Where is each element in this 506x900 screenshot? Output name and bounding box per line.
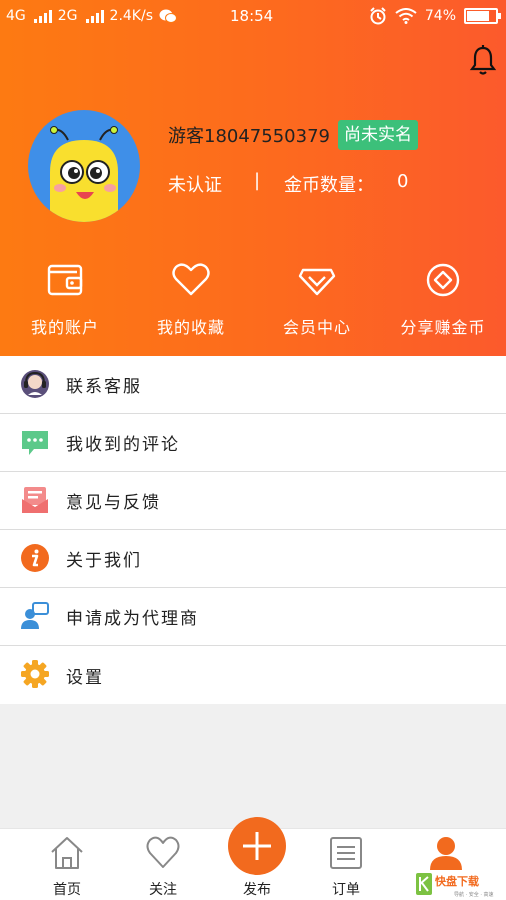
menu-item-become-agent[interactable]: 申请成为代理商: [0, 588, 506, 646]
bee-mascot-icon: [50, 126, 118, 222]
quick-action-label: 我的收藏: [156, 318, 225, 337]
quick-action-member-center[interactable]: 会员中心: [254, 262, 380, 338]
tab-follow[interactable]: 关注: [133, 835, 193, 899]
order-list-icon: [330, 837, 362, 869]
quick-action-label: 我的账户: [30, 318, 99, 337]
menu-item-label: 设置: [66, 667, 104, 688]
menu-item-settings[interactable]: 设置: [0, 646, 506, 704]
tab-label: 订单: [332, 882, 360, 898]
home-icon: [51, 837, 83, 869]
network-type-2: 2G: [57, 8, 78, 24]
network-speed: 2.4K/s: [109, 8, 153, 24]
quick-action-favorites[interactable]: 我的收藏: [128, 262, 254, 338]
watermark-logo: 快盘下载 导航 · 安全 · 高速: [416, 873, 494, 898]
tab-label: 首页: [53, 882, 81, 898]
menu-item-label: 我收到的评论: [66, 435, 180, 455]
clock: 18:54: [230, 7, 274, 25]
comment-icon: [22, 431, 48, 455]
heart-outline-icon: [146, 836, 180, 868]
quick-action-label: 分享赚金币: [400, 318, 486, 337]
watermark-brand: 快盘下载: [434, 874, 479, 888]
notification-bell-icon[interactable]: [468, 44, 498, 76]
agent-icon: [21, 602, 49, 629]
heart-icon: [172, 263, 210, 296]
avatar[interactable]: [28, 110, 140, 222]
wechat-icon: [159, 9, 177, 23]
battery-percent: 74%: [424, 8, 456, 24]
menu-item-label: 联系客服: [66, 377, 142, 397]
plus-icon: [243, 832, 271, 860]
wallet-icon: [47, 264, 83, 296]
bottom-tab-bar: 首页 关注 发布 订单 快盘下载 导航 · 安全 · 高速: [0, 817, 506, 900]
network-type-1: 4G: [6, 8, 26, 24]
profile-header: 4G 2G 2.4K/s 18:54 74% 游客18047550379 尚未实…: [0, 0, 506, 356]
coin-count: 0: [397, 171, 409, 192]
menu-list: 联系客服 我收到的评论 意见与反馈 关于我们 申请成为代理商 设置: [0, 356, 506, 704]
publish-label: 发布: [243, 882, 271, 898]
menu-item-customer-service[interactable]: 联系客服: [0, 356, 506, 414]
menu-item-comments[interactable]: 我收到的评论: [0, 414, 506, 472]
menu-item-feedback[interactable]: 意见与反馈: [0, 472, 506, 530]
coin-share-icon: [426, 263, 460, 297]
menu-item-label: 意见与反馈: [66, 493, 161, 513]
diamond-icon: [298, 268, 336, 296]
publish-button[interactable]: [228, 817, 286, 875]
coin-label: 金币数量：: [284, 175, 374, 196]
alarm-icon: [370, 7, 386, 25]
tab-home[interactable]: 首页: [37, 835, 97, 899]
username: 游客18047550379: [168, 126, 330, 147]
tab-label: 关注: [149, 882, 177, 898]
customer-service-icon: [21, 370, 49, 398]
menu-item-label: 申请成为代理商: [66, 609, 199, 629]
signal-icon: [85, 9, 104, 23]
tab-orders[interactable]: 订单: [316, 835, 376, 899]
realname-badge[interactable]: 尚未实名: [338, 120, 418, 150]
quick-action-share-coins[interactable]: 分享赚金币: [380, 262, 506, 338]
info-icon: [21, 544, 49, 572]
menu-item-label: 关于我们: [66, 551, 142, 571]
quick-action-label: 会员中心: [282, 318, 351, 337]
tab-profile[interactable]: [416, 835, 476, 875]
battery-icon: [464, 8, 501, 24]
signal-icon: [33, 9, 52, 23]
user-icon: [430, 837, 462, 870]
quick-action-account[interactable]: 我的账户: [2, 262, 128, 338]
watermark-slogan: 导航 · 安全 · 高速: [454, 891, 494, 898]
settings-gear-icon: [21, 660, 49, 688]
menu-item-about-us[interactable]: 关于我们: [0, 530, 506, 588]
status-bar: 4G 2G 2.4K/s 18:54 74%: [0, 0, 506, 34]
separator: |: [254, 170, 261, 191]
wifi-icon: [395, 8, 417, 24]
auth-status[interactable]: 未认证: [168, 171, 222, 197]
feedback-icon: [22, 487, 48, 513]
